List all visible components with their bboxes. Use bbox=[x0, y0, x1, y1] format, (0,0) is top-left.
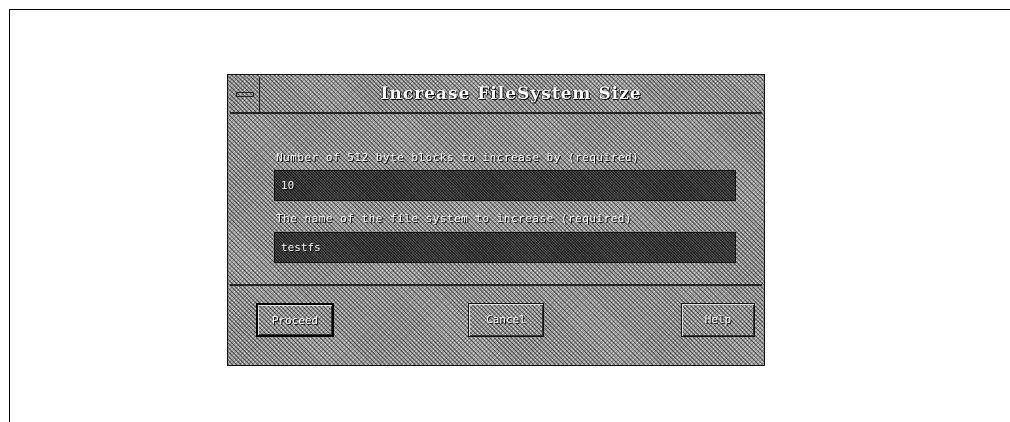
window-menu-icon bbox=[235, 92, 254, 97]
page-frame-left-line bbox=[9, 9, 10, 422]
increase-filesystem-size-dialog: Increase FileSystem Size Number of 512 b… bbox=[227, 74, 765, 366]
cancel-button[interactable]: Cancel bbox=[468, 303, 544, 337]
dialog-titlebar: Increase FileSystem Size bbox=[230, 77, 762, 114]
filesystem-name-label: The name of the file system to increase … bbox=[276, 212, 633, 225]
dialog-title: Increase FileSystem Size bbox=[380, 84, 642, 104]
filesystem-name-input[interactable]: testfs bbox=[274, 232, 736, 263]
page-frame-top-line bbox=[9, 9, 1010, 10]
button-area-separator bbox=[230, 284, 762, 286]
window-menu-button[interactable] bbox=[230, 77, 260, 112]
help-button[interactable]: Help bbox=[681, 303, 755, 337]
blocks-input[interactable]: 10 bbox=[274, 170, 736, 201]
proceed-button[interactable]: Proceed bbox=[256, 303, 334, 337]
blocks-field-label: Number of 512 byte blocks to increase by… bbox=[276, 151, 640, 164]
